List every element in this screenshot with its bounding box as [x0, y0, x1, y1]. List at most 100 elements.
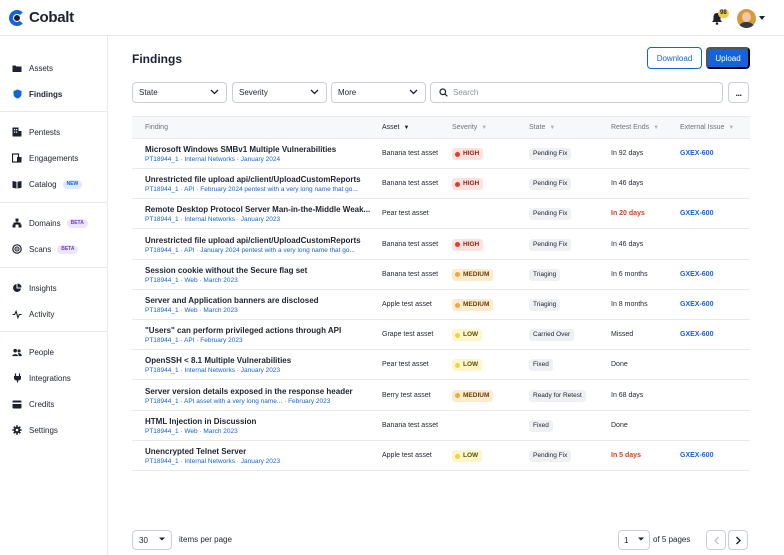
- sort-icon: ▼: [481, 124, 488, 131]
- severity-label: LOW: [463, 452, 479, 459]
- retest-ends: Done: [611, 421, 628, 429]
- severity-dot-icon: [455, 332, 460, 338]
- top-bar: Cobalt 98: [0, 0, 784, 36]
- finding-subtitle-link[interactable]: PT18944_1 · Internal Networks · January …: [145, 156, 375, 163]
- finding-title[interactable]: HTML Injection in Discussion: [145, 417, 375, 426]
- state-filter-dropdown[interactable]: State: [132, 82, 227, 103]
- sidebar-item-settings[interactable]: Settings: [0, 419, 107, 441]
- column-header-external-issue[interactable]: External Issue ▼: [680, 124, 734, 131]
- severity-badge: LOW: [452, 359, 483, 372]
- previous-page-button[interactable]: [706, 530, 726, 550]
- finding-subtitle-link[interactable]: PT18944_1 · Web · March 2023: [145, 277, 375, 284]
- table-row[interactable]: Remote Desktop Protocol Server Man-in-th…: [132, 199, 750, 230]
- sidebar-item-label: Scans: [29, 244, 52, 254]
- finding-title[interactable]: Microsoft Windows SMBv1 Multiple Vulnera…: [145, 145, 375, 154]
- items-per-page-select[interactable]: 30: [132, 530, 172, 550]
- sidebar-item-credits[interactable]: Credits: [0, 393, 107, 415]
- finding-subtitle-link[interactable]: PT18944_1 · Web · March 2023: [145, 428, 375, 435]
- finding-title[interactable]: OpenSSH < 8.1 Multiple Vulnerabilities: [145, 356, 375, 365]
- column-header-severity[interactable]: Severity ▼: [452, 124, 487, 131]
- severity-dot-icon: [455, 302, 460, 308]
- sidebar-item-insights[interactable]: Insights: [0, 277, 107, 299]
- sidebar-item-domains[interactable]: Domains BETA: [0, 212, 107, 234]
- sidebar-item-catalog[interactable]: Catalog NEW: [0, 173, 107, 195]
- finding-subtitle-link[interactable]: PT18944_1 · API · January 2024 pentest w…: [145, 247, 375, 254]
- cobalt-logo[interactable]: Cobalt: [9, 9, 74, 26]
- sidebar-item-engagements[interactable]: Engagements: [0, 147, 107, 169]
- chevron-down-icon: [210, 89, 219, 95]
- state-badge: Fixed: [529, 419, 553, 432]
- finding-subtitle-link[interactable]: PT18944_1 · Internal Networks · January …: [145, 458, 375, 465]
- table-row[interactable]: Session cookie without the Secure flag s…: [132, 260, 750, 290]
- finding-subtitle-link[interactable]: PT18944_1 · API asset with a very long n…: [145, 398, 375, 405]
- external-issue-link[interactable]: GXEX-600: [680, 301, 713, 308]
- severity-filter-dropdown[interactable]: Severity: [232, 82, 327, 103]
- external-issue-link[interactable]: GXEX-600: [680, 210, 713, 217]
- finding-title[interactable]: "Users" can perform privileged actions t…: [145, 326, 375, 335]
- table-row[interactable]: "Users" can perform privileged actions t…: [132, 320, 750, 351]
- finding-subtitle-link[interactable]: PT18944_1 · Web · March 2023: [145, 307, 375, 314]
- building-icon: [12, 127, 22, 137]
- column-header-state[interactable]: State ▼: [529, 124, 555, 131]
- column-header-retest-ends[interactable]: Retest Ends ▼: [611, 124, 659, 131]
- finding-title[interactable]: Unrestricted file upload api/client/Uplo…: [145, 236, 375, 245]
- sidebar-item-label: Integrations: [29, 373, 71, 383]
- finding-title[interactable]: Server and Application banners are discl…: [145, 296, 375, 305]
- finding-subtitle-link[interactable]: PT18944_1 · API · February 2024 pentest …: [145, 186, 375, 193]
- table-row[interactable]: Server and Application banners are discl…: [132, 290, 750, 320]
- finding-title[interactable]: Server version details exposed in the re…: [145, 387, 375, 396]
- more-options-button[interactable]: ...: [728, 82, 749, 103]
- state-badge: Triaging: [529, 268, 561, 281]
- sidebar-item-people[interactable]: People: [0, 341, 107, 363]
- sidebar-item-activity[interactable]: Activity: [0, 303, 107, 325]
- table-row[interactable]: Unrestricted file upload api/client/Uplo…: [132, 169, 750, 200]
- download-button[interactable]: Download: [647, 47, 702, 69]
- state-cell: Carried Over: [529, 329, 575, 342]
- sidebar-item-integrations[interactable]: Integrations: [0, 367, 107, 389]
- asset-name: Banana test asset: [382, 421, 439, 429]
- sidebar-item-label: Catalog: [29, 179, 57, 189]
- search-input[interactable]: [453, 88, 703, 97]
- external-issue-link[interactable]: GXEX-600: [680, 331, 713, 338]
- column-header-finding[interactable]: Finding: [145, 124, 168, 131]
- sidebar-item-scans[interactable]: Scans BETA: [0, 238, 107, 260]
- column-header-asset[interactable]: Asset ▼: [382, 124, 409, 131]
- table-row[interactable]: Server version details exposed in the re…: [132, 381, 750, 411]
- finding-title[interactable]: Unencrypted Telnet Server: [145, 447, 375, 456]
- finding-subtitle-link[interactable]: PT18944_1 · API · February 2023: [145, 337, 375, 344]
- chevron-right-icon: [735, 536, 741, 544]
- external-issue-link[interactable]: GXEX-600: [680, 150, 713, 157]
- finding-title[interactable]: Remote Desktop Protocol Server Man-in-th…: [145, 205, 375, 214]
- sidebar-item-findings[interactable]: Findings: [0, 83, 107, 105]
- finding-title[interactable]: Unrestricted file upload api/client/Uplo…: [145, 175, 375, 184]
- sidebar-item-label: Assets: [29, 63, 54, 73]
- sidebar-divider: [0, 331, 107, 332]
- retest-ends: Missed: [611, 331, 634, 339]
- table-row[interactable]: Microsoft Windows SMBv1 Multiple Vulnera…: [132, 139, 750, 169]
- upload-button[interactable]: Upload: [706, 47, 750, 69]
- severity-label: HIGH: [463, 150, 480, 157]
- severity-cell: LOW: [452, 329, 483, 342]
- external-issue-link[interactable]: GXEX-600: [680, 452, 713, 459]
- sidebar-item-pentests[interactable]: Pentests: [0, 121, 107, 143]
- severity-label: HIGH: [463, 240, 480, 248]
- finding-title[interactable]: Session cookie without the Secure flag s…: [145, 266, 375, 275]
- finding-subtitle-link[interactable]: PT18944_1 · Internal Networks · January …: [145, 367, 375, 374]
- sidebar-divider: [0, 111, 107, 112]
- shield-icon: [12, 89, 22, 99]
- state-badge: Triaging: [529, 299, 561, 311]
- table-row[interactable]: HTML Injection in Discussion PT18944_1 · …: [132, 411, 750, 441]
- sidebar-item-assets[interactable]: Assets: [0, 57, 107, 79]
- finding-subtitle-link[interactable]: PT18944_1 · Internal Networks · January …: [145, 216, 375, 223]
- user-avatar[interactable]: [737, 9, 756, 28]
- table-row[interactable]: Unrestricted file upload api/client/Uplo…: [132, 230, 750, 260]
- next-page-button[interactable]: [728, 530, 748, 550]
- table-row[interactable]: OpenSSH < 8.1 Multiple Vulnerabilities PT…: [132, 350, 750, 381]
- state-cell: Fixed: [529, 359, 553, 372]
- page-number-select[interactable]: 1: [618, 530, 650, 550]
- sidebar-divider: [0, 202, 107, 203]
- chevron-down-icon[interactable]: [759, 16, 765, 20]
- more-filter-dropdown[interactable]: More: [331, 82, 426, 103]
- external-issue-link[interactable]: GXEX-600: [680, 271, 713, 278]
- table-row[interactable]: Unencrypted Telnet Server PT18944_1 · Int…: [132, 441, 750, 471]
